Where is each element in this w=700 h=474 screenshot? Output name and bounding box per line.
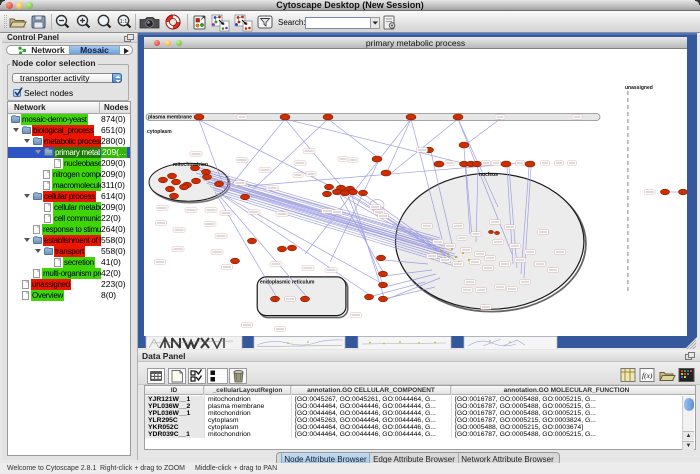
svg-text:endoplasmic reticulum: endoplasmic reticulum bbox=[260, 280, 315, 286]
svg-text:plasma membrane: plasma membrane bbox=[148, 115, 192, 121]
svg-text:Search:: Search: bbox=[278, 18, 306, 27]
svg-text:mitochondrion: mitochondrion bbox=[173, 162, 208, 168]
svg-text:cytoplasm: cytoplasm bbox=[147, 129, 172, 135]
svg-text:f(x): f(x) bbox=[642, 371, 653, 380]
svg-text:1:1: 1:1 bbox=[120, 19, 128, 25]
svg-text:nucleus: nucleus bbox=[479, 172, 498, 178]
svg-text:unassigned: unassigned bbox=[625, 85, 653, 91]
